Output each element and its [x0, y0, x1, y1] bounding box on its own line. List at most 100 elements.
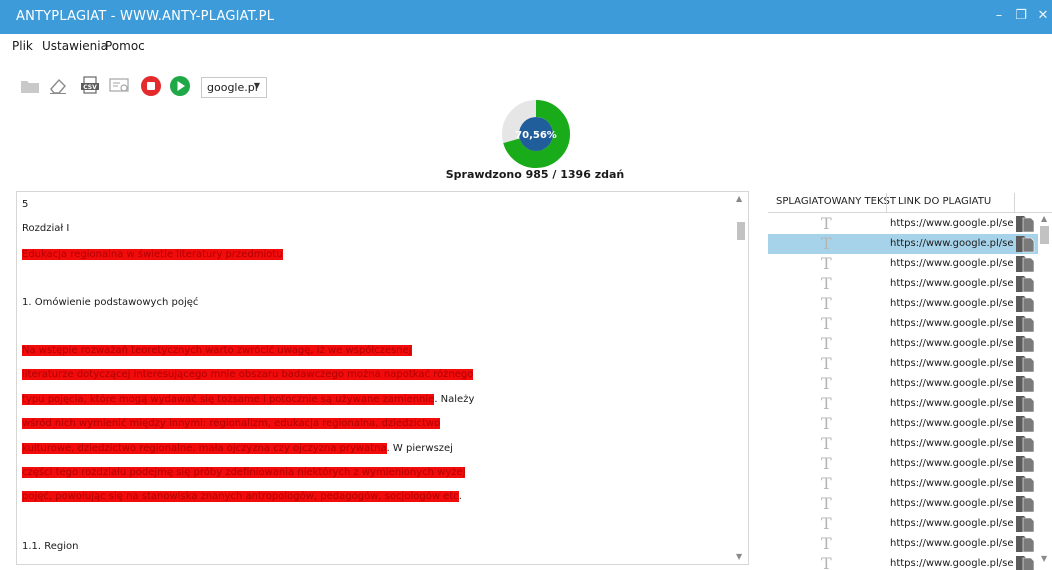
table-row[interactable]: Thttps://www.google.pl/search? — [768, 554, 1038, 570]
document-scrollbar[interactable]: ▲ ▼ — [734, 192, 748, 564]
plagiarism-link[interactable]: https://www.google.pl/search? — [890, 438, 1013, 449]
plagiarism-link[interactable]: https://www.google.pl/search? — [890, 398, 1013, 409]
compare-documents-icon[interactable] — [1015, 455, 1035, 473]
compare-documents-icon[interactable] — [1015, 355, 1035, 373]
play-icon[interactable] — [168, 74, 192, 98]
header-plagiarism-link[interactable]: LINK DO PLAGIATU — [898, 196, 991, 207]
plagiarism-link[interactable]: https://www.google.pl/search? — [890, 218, 1013, 229]
text-icon[interactable]: T — [821, 215, 832, 233]
close-icon[interactable]: ✕ — [1034, 8, 1052, 23]
table-row[interactable]: Thttps://www.google.pl/search? — [768, 234, 1038, 254]
text-icon[interactable]: T — [821, 275, 832, 293]
search-engine-select[interactable]: google.pl ▼ — [201, 77, 267, 98]
eraser-icon[interactable] — [46, 74, 70, 98]
scroll-down-icon[interactable]: ▼ — [736, 552, 742, 561]
scroll-up-icon[interactable]: ▲ — [736, 194, 742, 203]
table-row[interactable]: Thttps://www.google.pl/search? — [768, 314, 1038, 334]
compare-documents-icon[interactable] — [1015, 375, 1035, 393]
compare-documents-icon[interactable] — [1015, 495, 1035, 513]
table-row[interactable]: Thttps://www.google.pl/search? — [768, 534, 1038, 554]
table-row[interactable]: Thttps://www.google.pl/search? — [768, 254, 1038, 274]
plagiarism-link[interactable]: https://www.google.pl/search? — [890, 538, 1013, 549]
text-icon[interactable]: T — [821, 515, 832, 533]
plagiarized-fragment[interactable]: pojęć, powołując się na stanowiska znany… — [22, 491, 459, 502]
text-icon[interactable]: T — [821, 355, 832, 373]
text-icon[interactable]: T — [821, 555, 832, 570]
plagiarized-fragment[interactable]: Edukacja regionalna w świetle literatury… — [22, 249, 283, 260]
plagiarism-link[interactable]: https://www.google.pl/search? — [890, 358, 1013, 369]
text-icon[interactable]: T — [821, 455, 832, 473]
compare-documents-icon[interactable] — [1015, 235, 1035, 253]
plagiarized-fragment[interactable]: części tego rozdziału podejmę się próby … — [22, 467, 466, 478]
certificate-icon[interactable] — [108, 74, 132, 98]
compare-documents-icon[interactable] — [1015, 275, 1035, 293]
text-icon[interactable]: T — [821, 395, 832, 413]
menu-pomoc[interactable]: Pomoc — [105, 39, 145, 53]
compare-documents-icon[interactable] — [1015, 515, 1035, 533]
plagiarism-link[interactable]: https://www.google.pl/search? — [890, 498, 1013, 509]
plagiarism-link[interactable]: https://www.google.pl/search? — [890, 278, 1013, 289]
menu-ustawienia[interactable]: Ustawienia — [42, 39, 108, 53]
plagiarism-link[interactable]: https://www.google.pl/search? — [890, 478, 1013, 489]
scroll-down-icon[interactable]: ▼ — [1041, 554, 1047, 563]
plagiarism-link[interactable]: https://www.google.pl/search? — [890, 458, 1013, 469]
table-row[interactable]: Thttps://www.google.pl/search? — [768, 274, 1038, 294]
plagiarized-fragment[interactable]: Na wstępie rozważań teoretycznych warto … — [22, 345, 412, 356]
compare-documents-icon[interactable] — [1015, 255, 1035, 273]
table-row[interactable]: Thttps://www.google.pl/search? — [768, 334, 1038, 354]
table-row[interactable]: Thttps://www.google.pl/search? — [768, 374, 1038, 394]
text-icon[interactable]: T — [821, 435, 832, 453]
compare-documents-icon[interactable] — [1015, 295, 1035, 313]
plagiarism-link[interactable]: https://www.google.pl/search? — [890, 318, 1013, 329]
stop-icon[interactable] — [139, 74, 163, 98]
text-icon[interactable]: T — [821, 335, 832, 353]
plagiarized-fragment[interactable]: wśród nich wymienić między innymi: regio… — [22, 418, 441, 429]
text-icon[interactable]: T — [821, 375, 832, 393]
text-icon[interactable]: T — [821, 415, 832, 433]
table-row[interactable]: Thttps://www.google.pl/search? — [768, 414, 1038, 434]
document-panel[interactable]: 5 Rozdział I Edukacja regionalna w świetle… — [16, 191, 749, 565]
scroll-thumb[interactable] — [1040, 226, 1049, 244]
folder-icon[interactable] — [18, 74, 42, 98]
table-row[interactable]: Thttps://www.google.pl/search? — [768, 214, 1038, 234]
compare-documents-icon[interactable] — [1015, 415, 1035, 433]
plagiarism-link[interactable]: https://www.google.pl/search? — [890, 298, 1013, 309]
table-row[interactable]: Thttps://www.google.pl/search? — [768, 294, 1038, 314]
plagiarized-fragment[interactable]: kulturowe, dziedzictwo regionalne, mała … — [22, 443, 387, 454]
compare-documents-icon[interactable] — [1015, 215, 1035, 233]
compare-documents-icon[interactable] — [1015, 555, 1035, 570]
table-row[interactable]: Thttps://www.google.pl/search? — [768, 474, 1038, 494]
plagiarism-link[interactable]: https://www.google.pl/search? — [890, 558, 1013, 569]
table-row[interactable]: Thttps://www.google.pl/search? — [768, 394, 1038, 414]
table-row[interactable]: Thttps://www.google.pl/search? — [768, 434, 1038, 454]
compare-documents-icon[interactable] — [1015, 335, 1035, 353]
restore-icon[interactable]: ❐ — [1012, 8, 1030, 23]
text-icon[interactable]: T — [821, 235, 832, 253]
compare-documents-icon[interactable] — [1015, 475, 1035, 493]
text-icon[interactable]: T — [821, 255, 832, 273]
table-row[interactable]: Thttps://www.google.pl/search? — [768, 354, 1038, 374]
compare-documents-icon[interactable] — [1015, 535, 1035, 553]
plagiarism-link[interactable]: https://www.google.pl/search? — [890, 518, 1013, 529]
table-row[interactable]: Thttps://www.google.pl/search? — [768, 494, 1038, 514]
plagiarism-link[interactable]: https://www.google.pl/search? — [890, 258, 1013, 269]
header-plagiarized-text[interactable]: SPLAGIATOWANY TEKST — [776, 196, 896, 207]
compare-documents-icon[interactable] — [1015, 315, 1035, 333]
table-row[interactable]: Thttps://www.google.pl/search? — [768, 514, 1038, 534]
plagiarism-link[interactable]: https://www.google.pl/search? — [890, 338, 1013, 349]
text-icon[interactable]: T — [821, 535, 832, 553]
text-icon[interactable]: T — [821, 295, 832, 313]
text-icon[interactable]: T — [821, 495, 832, 513]
text-icon[interactable]: T — [821, 475, 832, 493]
plagiarized-fragment[interactable]: typu pojęcia, które mogą wydawać się toż… — [22, 394, 435, 405]
compare-documents-icon[interactable] — [1015, 435, 1035, 453]
minimize-icon[interactable]: – — [990, 8, 1008, 23]
plagiarism-link[interactable]: https://www.google.pl/search? — [890, 238, 1013, 249]
text-icon[interactable]: T — [821, 315, 832, 333]
table-scrollbar[interactable]: ▲ ▼ — [1038, 214, 1052, 570]
scroll-up-icon[interactable]: ▲ — [1041, 214, 1047, 223]
scroll-thumb[interactable] — [737, 222, 745, 240]
plagiarized-fragment[interactable]: literaturze dotyczącej interesującego mn… — [22, 369, 474, 380]
table-row[interactable]: Thttps://www.google.pl/search? — [768, 454, 1038, 474]
plagiarism-link[interactable]: https://www.google.pl/search? — [890, 418, 1013, 429]
